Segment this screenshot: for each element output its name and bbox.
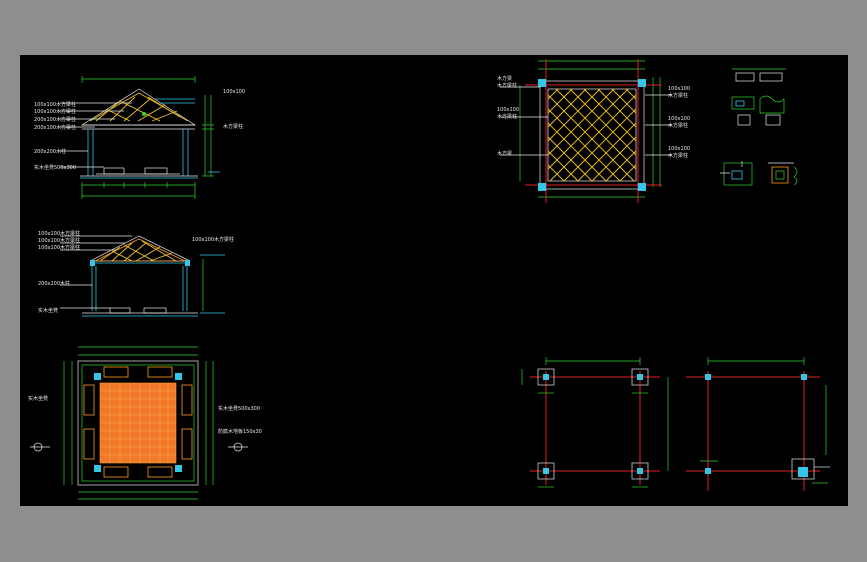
- elev2-label-roof2: 100x100木方梁柱: [38, 237, 80, 244]
- roof-label-r6: 木方梁柱: [668, 152, 688, 159]
- elev2-label-right: 100x100木方梁柱: [192, 236, 234, 243]
- elev2-label-roof3: 100x100木方梁柱: [38, 244, 80, 251]
- elev1-label-roof4: 200x100木方梁柱: [34, 124, 76, 131]
- roof-label-r3: 100x100: [668, 116, 690, 122]
- foundation-plan-2[interactable]: [686, 357, 830, 491]
- roof-label-r5: 100x100: [668, 146, 690, 152]
- floor-label-left: 实木坐凳: [28, 395, 48, 402]
- elev1-label-r2: 木方梁柱: [223, 123, 243, 130]
- elev1-label-roof1: 100x100木方梁柱: [34, 101, 76, 108]
- roof-label-l2: 木方梁柱: [497, 82, 517, 89]
- drawing-canvas[interactable]: 100x100木方梁柱 100x100木方梁柱 200x100木方梁柱 200x…: [20, 55, 848, 506]
- elev2-label-seat: 实木坐凳: [38, 307, 58, 314]
- roof-label-l5: 木方梁: [497, 150, 512, 157]
- roof-plan[interactable]: 木方梁 木方梁柱 100x100 木方梁柱 木方梁 100x100 木方梁柱 1…: [497, 59, 690, 203]
- elev1-label-col: 200x200木柱: [34, 148, 66, 155]
- floor-plan[interactable]: 实木坐凳 实木坐凳500x300 防腐木地板150x30: [28, 346, 262, 500]
- drawing-sheet: 100x100木方梁柱 100x100木方梁柱 200x100木方梁柱 200x…: [28, 59, 830, 500]
- elev1-label-r1: 100x100: [223, 89, 245, 95]
- roof-label-l4: 木方梁柱: [497, 113, 517, 120]
- floor-label-r2: 防腐木地板150x30: [218, 428, 262, 435]
- roof-label-l1: 木方梁: [497, 75, 512, 82]
- foundation-plan-1[interactable]: [521, 357, 669, 488]
- elev1-label-seat: 实木坐凳500x300: [34, 164, 76, 171]
- roof-label-r1: 100x100: [668, 86, 690, 92]
- elev2-label-roof1: 100x100木方梁柱: [38, 230, 80, 237]
- elev1-label-roof2: 100x100木方梁柱: [34, 108, 76, 115]
- elev2-label-col: 200x200木柱: [38, 280, 70, 287]
- elevation-2[interactable]: 100x100木方梁柱 100x100木方梁柱 100x100木方梁柱 100x…: [38, 230, 234, 317]
- elevation-1[interactable]: 100x100木方梁柱 100x100木方梁柱 200x100木方梁柱 200x…: [34, 76, 245, 199]
- elev1-label-roof3: 200x100木方梁柱: [34, 116, 76, 123]
- roof-label-l3: 100x100: [497, 107, 519, 113]
- cad-window: 100x100木方梁柱 100x100木方梁柱 200x100木方梁柱 200x…: [0, 0, 867, 562]
- floor-label-r1: 实木坐凳500x300: [218, 405, 260, 412]
- detail-drawings[interactable]: [720, 68, 798, 186]
- roof-label-r4: 木方梁柱: [668, 122, 688, 129]
- roof-label-r2: 木方梁柱: [668, 92, 688, 99]
